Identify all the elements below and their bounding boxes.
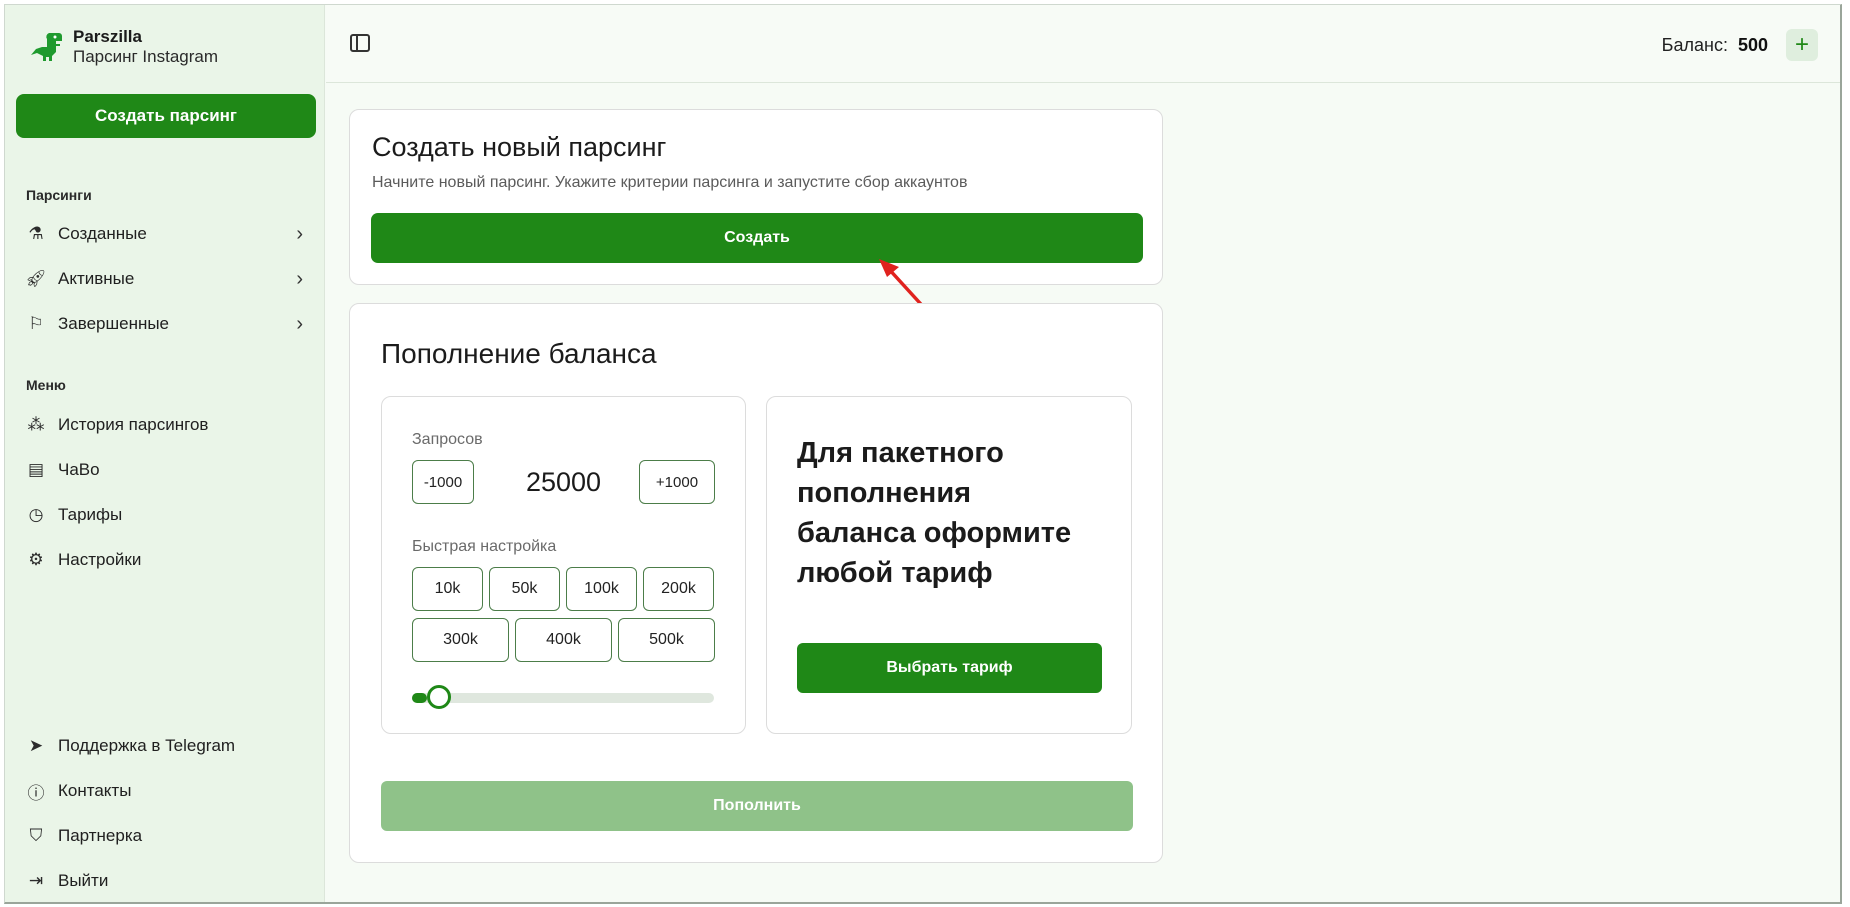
brand[interactable]: Parszilla Парсинг Instagram xyxy=(27,27,218,67)
sidebar-item-label: Контакты xyxy=(58,781,132,800)
sidebar-item-active[interactable]: 🚀︎ Активные › xyxy=(25,261,307,297)
sidebar-item-faq[interactable]: ▤ ЧаВо xyxy=(25,452,307,488)
rocket-icon: 🚀︎ xyxy=(25,269,47,288)
create-parsing-button[interactable]: Создать парсинг xyxy=(16,94,316,138)
sidebar-item-label: Настройки xyxy=(58,550,142,569)
requests-panel: Запросов -1000 25000 +1000 Быстрая настр… xyxy=(381,396,746,734)
requests-label: Запросов xyxy=(412,431,483,448)
package-panel: Для пакетного пополнения баланса оформит… xyxy=(766,396,1132,734)
flask-icon: ⚗ xyxy=(28,224,44,243)
info-icon: ⓘ xyxy=(27,783,45,803)
gauge-icon: ◷ xyxy=(28,505,44,524)
create-button[interactable]: Создать xyxy=(371,213,1143,263)
topup-button[interactable]: Пополнить xyxy=(381,781,1133,831)
choose-tariff-button[interactable]: Выбрать тариф xyxy=(797,643,1102,693)
section-label-menu: Меню xyxy=(26,377,66,393)
book-icon: ▤ xyxy=(27,460,45,479)
sidebar-item-contacts[interactable]: ⓘ Контакты xyxy=(25,773,307,809)
telegram-icon: ➤ xyxy=(28,736,44,755)
sidebar-item-telegram-support[interactable]: ➤ Поддержка в Telegram xyxy=(25,728,307,764)
new-parsing-title: Создать новый парсинг xyxy=(372,132,667,162)
sidebar-item-logout[interactable]: ⇥ Выйти xyxy=(25,863,307,899)
sidebar-item-label: Поддержка в Telegram xyxy=(58,736,236,755)
preset-10k-button[interactable]: 10k xyxy=(412,567,483,611)
sidebar-item-created[interactable]: ⚗ Созданные › xyxy=(25,216,307,252)
balance-value: 500 xyxy=(1737,34,1768,55)
sidebar-item-finished[interactable]: ⚐ Завершенные › xyxy=(25,306,307,342)
sidebar-item-label: ЧаВо xyxy=(58,460,100,479)
sidebar-item-label: Созданные xyxy=(58,224,147,243)
sidebar-item-label: Тарифы xyxy=(58,505,123,524)
sidebar-item-label: Активные xyxy=(58,269,135,288)
sidebar-item-partner[interactable]: ⛉ Партнерка xyxy=(25,818,307,854)
preset-50k-button[interactable]: 50k xyxy=(489,567,560,611)
dino-logo-icon xyxy=(31,33,62,61)
preset-300k-button[interactable]: 300k xyxy=(412,618,509,662)
chevron-right-icon: › xyxy=(296,312,303,335)
sidebar-item-tariffs[interactable]: ◷ Тарифы xyxy=(25,497,307,533)
top-header: Баланс: 500 + xyxy=(326,5,1840,83)
new-parsing-card: Создать новый парсинг Начните новый парс… xyxy=(349,109,1163,285)
flag-icon: ⚐ xyxy=(28,314,44,333)
brand-name: Parszilla xyxy=(73,27,142,46)
minus-1000-button[interactable]: -1000 xyxy=(412,460,474,504)
sidebar-item-label: Партнерка xyxy=(58,826,143,845)
topup-card: Пополнение баланса Запросов -1000 25000 … xyxy=(349,303,1163,863)
preset-200k-button[interactable]: 200k xyxy=(643,567,714,611)
handshake-icon: ⛉ xyxy=(29,826,43,845)
app-window: Parszilla Парсинг Instagram Создать парс… xyxy=(4,4,1842,904)
plus-1000-button[interactable]: +1000 xyxy=(639,460,715,504)
sidebar-item-settings[interactable]: ⚙ Настройки xyxy=(25,542,307,578)
package-text: Для пакетного пополнения баланса оформит… xyxy=(797,437,1072,589)
sidebar-toggle-icon[interactable] xyxy=(350,34,370,52)
chevron-right-icon: › xyxy=(296,267,303,290)
topup-title: Пополнение баланса xyxy=(381,338,657,369)
add-balance-button[interactable]: + xyxy=(1786,29,1818,61)
sidebar-item-label: Выйти xyxy=(58,871,109,890)
section-label-parsings: Парсинги xyxy=(26,187,92,203)
quick-setup-label: Быстрая настройка xyxy=(412,538,557,555)
preset-400k-button[interactable]: 400k xyxy=(515,618,612,662)
chevron-right-icon: › xyxy=(296,222,303,245)
slider-fill xyxy=(412,693,427,703)
sidebar-item-history[interactable]: ⁂ История парсингов xyxy=(25,407,307,443)
preset-500k-button[interactable]: 500k xyxy=(618,618,715,662)
brand-subtitle: Парсинг Instagram xyxy=(73,47,219,66)
new-parsing-description: Начните новый парсинг. Укажите критерии … xyxy=(372,174,968,191)
balance-display: Баланс: 500 + xyxy=(1662,29,1818,61)
balance-label: Баланс: xyxy=(1661,34,1728,55)
sidebar-item-label: История парсингов xyxy=(58,415,209,434)
plus-icon: + xyxy=(1794,31,1809,58)
slider-thumb[interactable] xyxy=(427,685,451,709)
gear-icon: ⚙ xyxy=(28,550,44,569)
sidebar: Parszilla Парсинг Instagram Создать парс… xyxy=(5,5,325,902)
logout-icon: ⇥ xyxy=(28,871,44,890)
requests-slider[interactable] xyxy=(412,685,714,709)
preset-100k-button[interactable]: 100k xyxy=(566,567,637,611)
history-icon: ⁂ xyxy=(27,415,45,434)
sidebar-item-label: Завершенные xyxy=(58,314,170,333)
